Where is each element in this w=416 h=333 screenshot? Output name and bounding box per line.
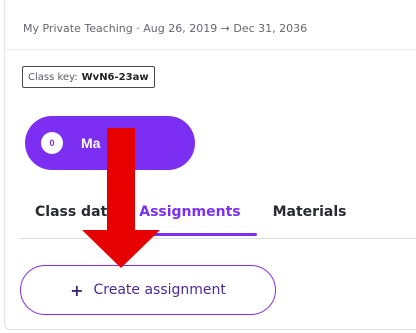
chevron-right-icon: >	[110, 134, 120, 151]
members-button[interactable]: 0 Ma >	[25, 116, 195, 170]
members-button-label: Ma	[81, 135, 101, 151]
member-count-badge: 0	[41, 132, 63, 154]
tab-materials[interactable]: Materials	[257, 198, 363, 232]
class-tabs: Class dat Assignments Materials	[19, 198, 416, 238]
course-subtitle: My Private Teaching · Aug 26, 2019 → Dec…	[23, 22, 307, 35]
tab-assignments[interactable]: Assignments	[123, 198, 257, 236]
course-name: My Private Teaching	[23, 22, 133, 35]
class-key-value: WvN6-23aw	[81, 71, 149, 83]
plus-icon: +	[70, 280, 84, 300]
date-range: · Aug 26, 2019 → Dec 31, 2036	[136, 22, 308, 35]
tabs-divider	[19, 238, 416, 239]
class-key-label: Class key:	[28, 71, 78, 83]
divider	[5, 49, 416, 50]
create-assignment-label: Create assignment	[93, 282, 226, 298]
create-assignment-button[interactable]: + Create assignment	[20, 265, 276, 315]
class-key-box: Class key: WvN6-23aw	[22, 66, 155, 88]
tab-class-data[interactable]: Class dat	[19, 198, 123, 232]
